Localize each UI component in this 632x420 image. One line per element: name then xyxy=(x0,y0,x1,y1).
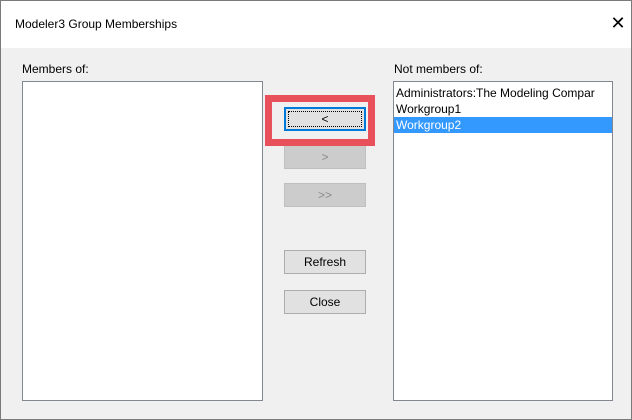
list-item[interactable]: Workgroup1 xyxy=(394,101,612,117)
list-item[interactable]: Workgroup2 xyxy=(394,117,612,133)
close-button-label: Close xyxy=(309,295,341,309)
members-of-label: Members of: xyxy=(22,62,89,76)
members-of-listbox[interactable] xyxy=(22,81,263,401)
remove-all-button-label: >> xyxy=(317,188,332,202)
focus-ring xyxy=(288,111,362,127)
remove-button-label: > xyxy=(321,150,329,164)
title-bar: Modeler3 Group Memberships ✕ xyxy=(1,1,631,48)
not-members-of-listbox[interactable]: Administrators:The Modeling Compar Workg… xyxy=(393,81,613,401)
add-to-group-button[interactable]: < xyxy=(284,107,366,131)
remove-from-group-button[interactable]: > xyxy=(284,145,366,169)
close-window-icon[interactable]: ✕ xyxy=(609,11,627,35)
remove-all-button[interactable]: >> xyxy=(284,183,366,207)
window-title: Modeler3 Group Memberships xyxy=(15,17,178,31)
list-item[interactable]: Administrators:The Modeling Compar xyxy=(394,85,612,101)
refresh-button-label: Refresh xyxy=(303,255,347,269)
refresh-button[interactable]: Refresh xyxy=(284,250,366,274)
not-members-of-label: Not members of: xyxy=(394,62,483,76)
dialog-window: Modeler3 Group Memberships ✕ Members of:… xyxy=(0,0,632,420)
close-button[interactable]: Close xyxy=(284,290,366,314)
